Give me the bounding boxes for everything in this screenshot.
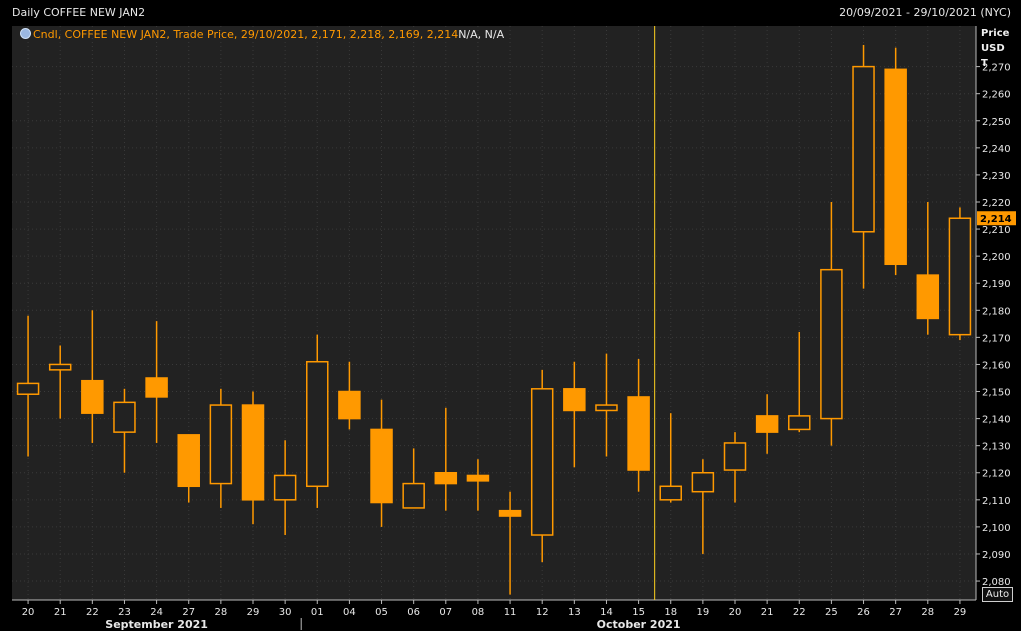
month-label: October 2021 bbox=[597, 618, 681, 631]
candle-body-down[interactable] bbox=[338, 390, 361, 420]
x-tick-label: 28 bbox=[921, 607, 934, 618]
chart-settings-icon[interactable] bbox=[20, 28, 31, 39]
candle-body-up[interactable] bbox=[306, 360, 329, 488]
y-tick-label: 2,210 bbox=[982, 225, 1011, 236]
candle-body-up[interactable] bbox=[113, 401, 136, 433]
candle-body-down[interactable] bbox=[563, 388, 586, 412]
candle-body-down[interactable] bbox=[434, 471, 458, 485]
x-tick-label: 22 bbox=[86, 607, 99, 618]
y-tick-label: 2,120 bbox=[982, 469, 1011, 480]
x-tick-label: 23 bbox=[118, 607, 131, 618]
x-tick-label: 27 bbox=[182, 607, 195, 618]
y-tick-label: 2,260 bbox=[982, 90, 1011, 101]
x-tick-label: 24 bbox=[150, 607, 163, 618]
candle-body-down[interactable] bbox=[498, 509, 522, 517]
x-tick-label: 07 bbox=[439, 607, 452, 618]
x-tick-label: 01 bbox=[311, 607, 324, 618]
y-tick-label: 2,250 bbox=[982, 117, 1011, 128]
x-tick-label: 30 bbox=[279, 607, 292, 618]
unit-label: T bbox=[981, 58, 988, 69]
legend[interactable]: Cndl, COFFEE NEW JAN2, Trade Price, 29/1… bbox=[20, 28, 504, 41]
x-tick-label: 15 bbox=[632, 607, 645, 618]
y-tick-label: 2,110 bbox=[982, 496, 1011, 507]
x-tick-label: 05 bbox=[375, 607, 388, 618]
candle-body-down[interactable] bbox=[241, 404, 265, 501]
price-axis-label: Price bbox=[981, 28, 1010, 39]
x-tick-label: 06 bbox=[407, 607, 420, 618]
candle-body-up[interactable] bbox=[209, 404, 233, 485]
y-tick-label: 2,140 bbox=[982, 415, 1011, 426]
candle-body-up[interactable] bbox=[820, 268, 843, 420]
x-tick-label: 26 bbox=[857, 607, 870, 618]
x-tick-label: 04 bbox=[343, 607, 356, 618]
candle-body-down[interactable] bbox=[145, 377, 168, 398]
x-tick-label: 29 bbox=[954, 607, 967, 618]
candle-body-up[interactable] bbox=[402, 482, 425, 509]
candle-body-down[interactable] bbox=[755, 415, 779, 433]
price-axis-header: Price USD T bbox=[981, 26, 1009, 71]
candle-body-down[interactable] bbox=[81, 379, 104, 414]
y-tick-label: 2,180 bbox=[982, 306, 1011, 317]
candle-body-up[interactable] bbox=[16, 382, 40, 395]
y-tick-label: 2,100 bbox=[982, 523, 1011, 534]
chart-window: Daily COFFEE NEW JAN2 20/09/2021 - 29/10… bbox=[0, 0, 1021, 631]
candle-body-up[interactable] bbox=[530, 388, 554, 536]
x-tick-label: 14 bbox=[600, 607, 613, 618]
candle-body-down[interactable] bbox=[884, 68, 907, 266]
x-tick-label: 13 bbox=[568, 607, 581, 618]
y-tick-label: 2,230 bbox=[982, 171, 1011, 182]
x-tick-label: 21 bbox=[54, 607, 67, 618]
candle-body-up[interactable] bbox=[948, 217, 972, 336]
y-tick-label: 2,240 bbox=[982, 144, 1011, 155]
x-tick-label: 20 bbox=[729, 607, 742, 618]
month-label: September 2021 bbox=[105, 618, 208, 631]
currency-label: USD bbox=[981, 43, 1005, 54]
x-tick-label: 12 bbox=[536, 607, 549, 618]
candle-body-up[interactable] bbox=[852, 65, 875, 233]
candle-body-down[interactable] bbox=[916, 274, 940, 320]
candle-body-up[interactable] bbox=[659, 485, 682, 501]
candle-body-down[interactable] bbox=[177, 434, 200, 488]
candlestick-chart[interactable]: 2,0802,0902,1002,1102,1202,1302,1402,150… bbox=[0, 0, 1021, 631]
y-tick-label: 2,130 bbox=[982, 442, 1011, 453]
x-tick-label: 29 bbox=[247, 607, 260, 618]
candle-body-down[interactable] bbox=[627, 396, 650, 471]
candle-body-up[interactable] bbox=[595, 404, 618, 412]
candle-body-up[interactable] bbox=[273, 474, 297, 501]
y-tick-label: 2,160 bbox=[982, 360, 1011, 371]
candle-body-down[interactable] bbox=[370, 428, 393, 504]
x-tick-label: 11 bbox=[504, 607, 517, 618]
candle-body-up[interactable] bbox=[723, 442, 747, 471]
x-tick-label: 25 bbox=[825, 607, 838, 618]
x-tick-label: 21 bbox=[761, 607, 774, 618]
candle-body-up[interactable] bbox=[48, 363, 72, 371]
y-tick-label: 2,220 bbox=[982, 198, 1011, 209]
x-tick-label: 27 bbox=[889, 607, 902, 618]
candle-body-down[interactable] bbox=[466, 474, 490, 482]
y-tick-label: 2,200 bbox=[982, 252, 1011, 263]
y-tick-label: 2,190 bbox=[982, 279, 1011, 290]
legend-suffix: N/A, N/A bbox=[458, 28, 505, 41]
candle-body-up[interactable] bbox=[691, 471, 715, 493]
x-tick-label: 20 bbox=[22, 607, 35, 618]
x-tick-label: 19 bbox=[696, 607, 709, 618]
last-price-label: 2,214 bbox=[980, 214, 1012, 225]
x-tick-label: 22 bbox=[793, 607, 806, 618]
y-tick-label: 2,170 bbox=[982, 333, 1011, 344]
legend-text: Cndl, COFFEE NEW JAN2, Trade Price, 29/1… bbox=[33, 28, 459, 41]
x-tick-label: 18 bbox=[664, 607, 677, 618]
auto-scale-button[interactable]: Auto bbox=[982, 587, 1013, 602]
x-tick-label: 08 bbox=[472, 607, 485, 618]
y-tick-label: 2,090 bbox=[982, 550, 1011, 561]
x-tick-label: 28 bbox=[214, 607, 227, 618]
candle-body-up[interactable] bbox=[788, 415, 811, 431]
y-tick-label: 2,150 bbox=[982, 388, 1011, 399]
